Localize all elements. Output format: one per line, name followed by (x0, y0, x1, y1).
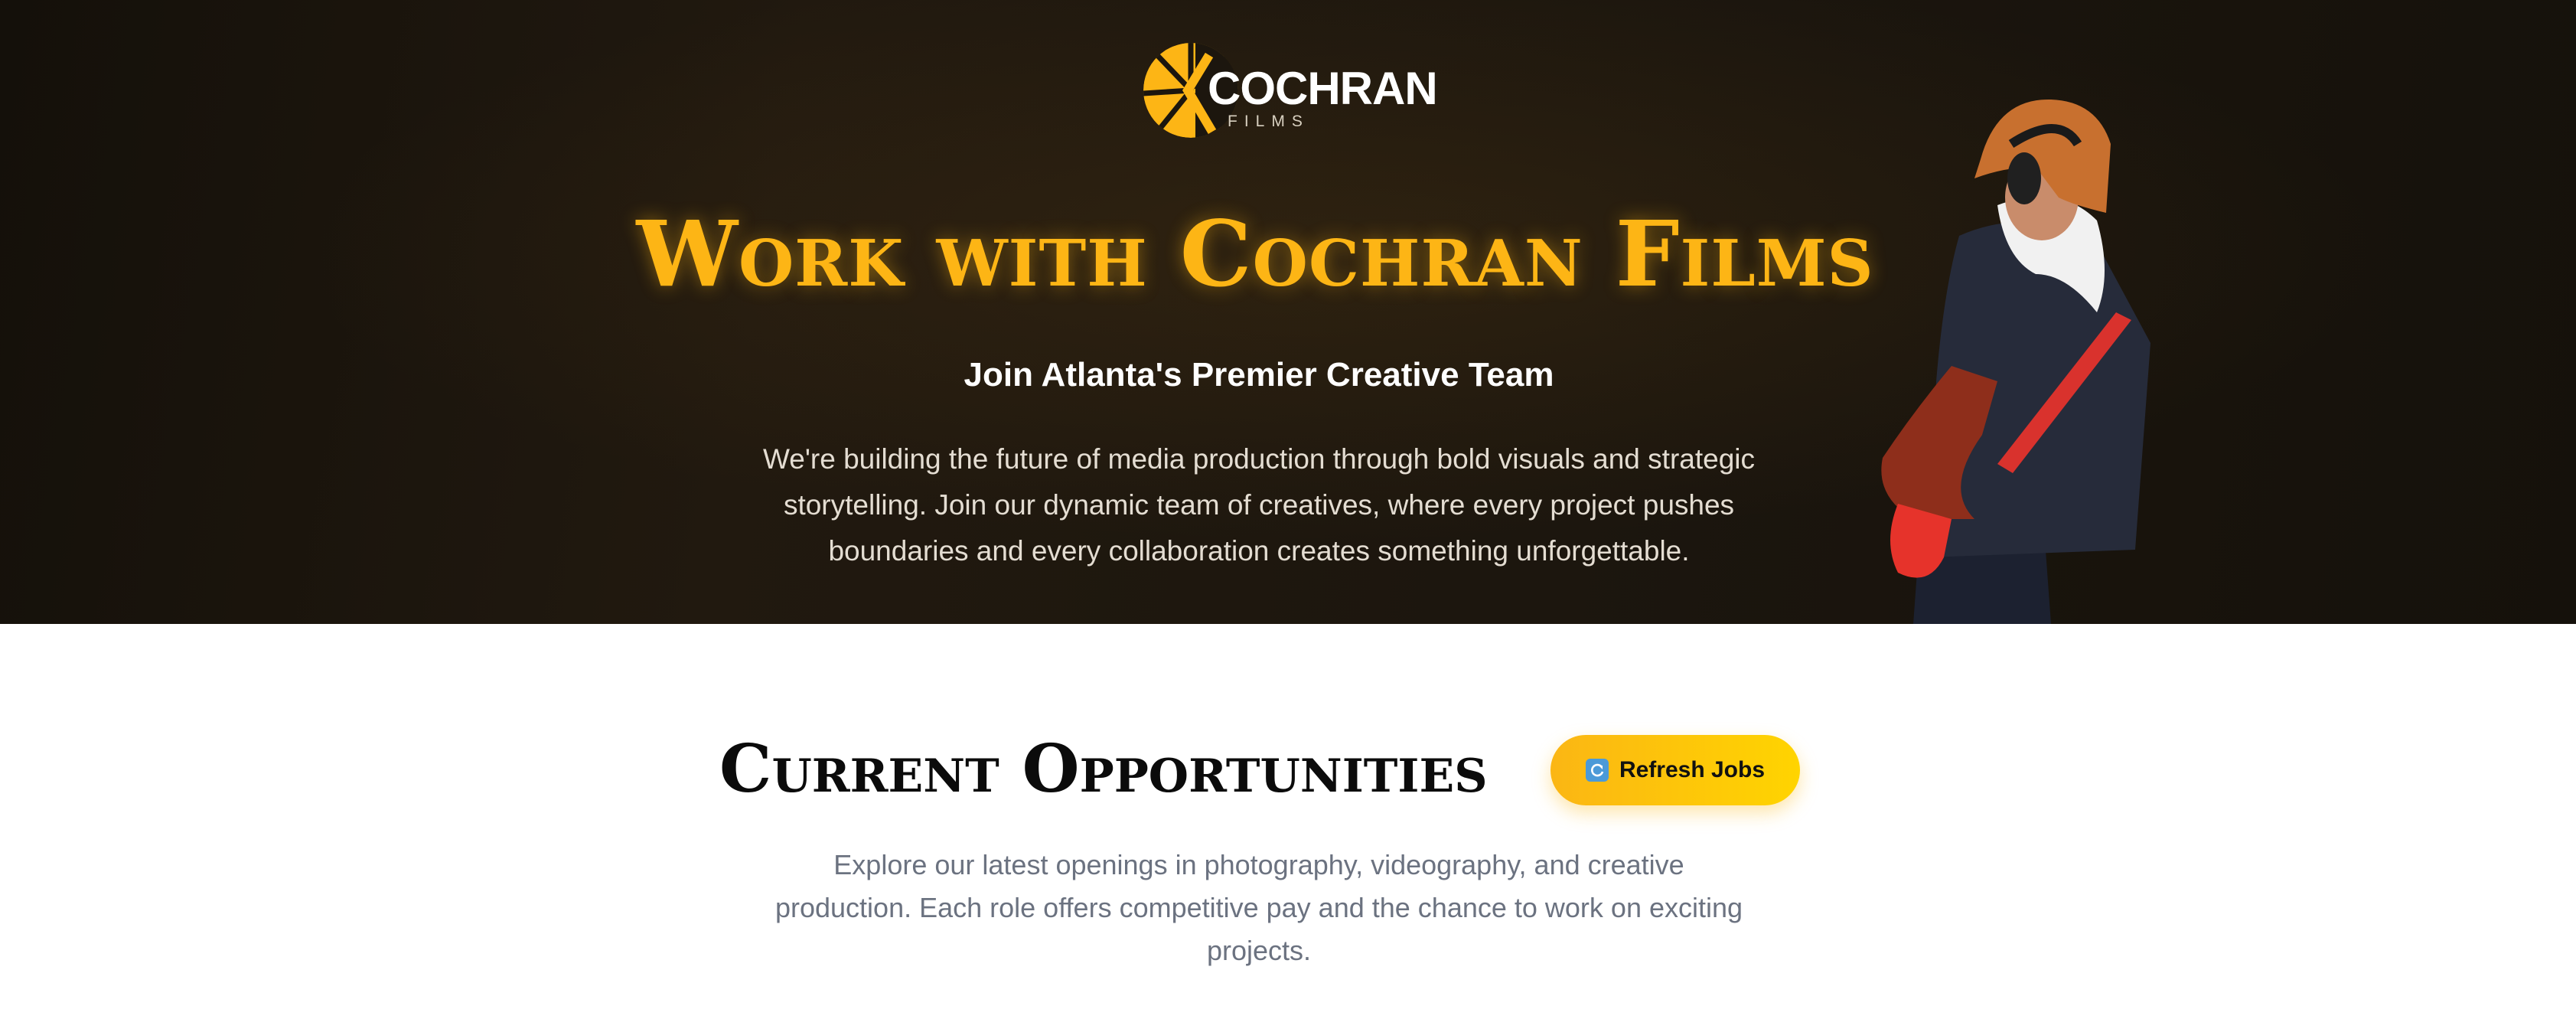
crew-member-photo (1881, 99, 2150, 624)
hero-description: We're building the future of media produ… (763, 443, 1755, 567)
logo-subtitle: FILMS (1228, 113, 1309, 130)
opportunities-description: Explore our latest openings in photograp… (774, 849, 1743, 966)
hero-section: COCHRAN FILMS Work with Cochran Films Jo… (0, 0, 2576, 624)
cochran-films-logo[interactable]: COCHRAN FILMS (1142, 40, 1438, 141)
refresh-jobs-label: Refresh Jobs (1619, 757, 1766, 782)
logo-wordmark: COCHRAN (1208, 63, 1438, 114)
opportunities-title: Current Opportunities (719, 730, 1488, 808)
refresh-icon (1585, 759, 1609, 782)
refresh-jobs-button[interactable]: Refresh Jobs (1550, 735, 1800, 805)
